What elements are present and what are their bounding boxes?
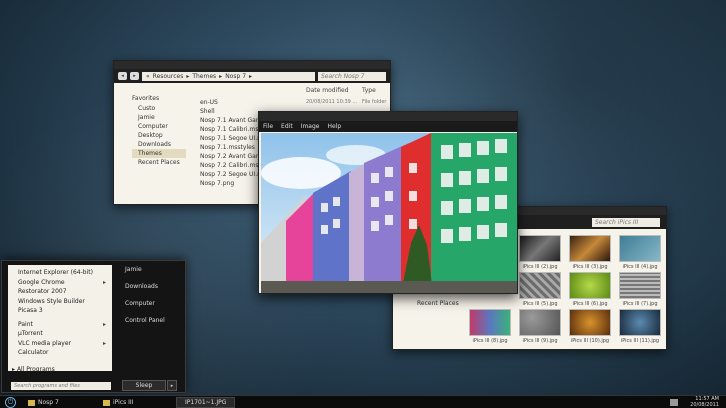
breadcrumb[interactable]: « Resources ▸ Themes ▸ Nosp 7 ▸ [142,71,315,81]
taskbar-item-nosp7[interactable]: Nosp 7 [28,397,59,408]
column-date-modified[interactable]: Date modified [306,87,362,96]
file-row[interactable]: en-US 20/08/2011 10:39 ... File folder [200,98,390,107]
program-item[interactable]: Google Chrome ▸ [8,278,112,288]
nav-item-recent-places[interactable]: Recent Places [417,300,459,307]
submenu-arrow-icon: ▸ [102,320,106,328]
program-item[interactable]: Paint ▸ [8,320,112,330]
start-orb-icon[interactable]: ⏻ [5,397,16,408]
column-type[interactable]: Type [362,87,376,96]
program-item[interactable]: Picasa 3 [8,306,112,316]
search-input[interactable]: Search Nosp 7 [318,71,386,81]
image-viewer-window[interactable]: File Edit Image Help [258,111,518,294]
nav-item-computer[interactable]: Computer [132,122,186,131]
column-headers: Date modified Type [200,87,390,96]
program-item[interactable]: µTorrent [8,329,112,339]
nav-item-custo[interactable]: Custo [132,104,186,113]
address-toolbar: ◂ ▸ « Resources ▸ Themes ▸ Nosp 7 ▸ Sear… [114,69,390,83]
title-bar[interactable] [114,61,390,69]
breadcrumb-item[interactable]: Themes [192,73,216,80]
thumbnail[interactable]: iPics III (3).jpg [569,235,611,270]
all-programs-button[interactable]: ▸ All Programs [12,366,55,373]
place-control-panel[interactable]: Control Panel [114,316,184,333]
thumbnail[interactable]: iPics III (10).jpg [569,309,611,344]
photo-colorful-buildings [261,133,517,293]
thumbnail[interactable]: iPics III (6).jpg [569,272,611,307]
programs-list: Internet Explorer (64-bit) Google Chrome… [8,265,112,373]
place-jamie[interactable]: Jamie [114,265,184,282]
thumbnail[interactable]: iPics III (7).jpg [619,272,661,307]
power-options-arrow-icon[interactable]: ▸ [167,380,177,391]
back-arrow-icon[interactable]: ◂ [118,72,127,80]
nav-item-themes[interactable]: Themes [132,149,186,158]
double-chevron-icon: « [146,72,150,80]
menu-bar: File Edit Image Help [259,121,517,132]
nav-item-downloads[interactable]: Downloads [132,140,186,149]
favorites-header[interactable]: Favorites [132,95,186,102]
title-bar[interactable] [259,112,517,121]
tray-icon[interactable] [670,399,678,406]
forward-arrow-icon[interactable]: ▸ [130,72,139,80]
submenu-arrow-icon: ▸ [102,278,106,286]
program-item[interactable]: Windows Style Builder [8,297,112,307]
taskbar-item-image[interactable]: IP1701~1.JPG [176,397,236,408]
thumbnail[interactable]: iPics III (2).jpg [519,235,561,270]
taskbar: ⏻ Nosp 7 iPics III IP1701~1.JPG 11:57 AM… [0,395,726,408]
chevron-right-icon: ▸ [12,366,16,373]
thumbnail[interactable]: iPics III (9).jpg [519,309,561,344]
submenu-arrow-icon: ▸ [102,339,106,347]
navigation-pane: Favorites Custo Jamie Computer Desktop D… [114,83,186,204]
nav-item-jamie[interactable]: Jamie [132,113,186,122]
search-input[interactable]: Search iPics III [592,218,660,227]
nav-item-desktop[interactable]: Desktop [132,131,186,140]
taskbar-item-ipics[interactable]: iPics III [103,397,133,408]
folder-icon [103,399,110,406]
program-item[interactable]: VLC media player ▸ [8,339,112,349]
menu-edit[interactable]: Edit [281,123,293,130]
chevron-right-icon: ▸ [219,72,223,80]
clock[interactable]: 11:57 AM 20/08/2011 [690,396,719,408]
thumbnail[interactable]: iPics III (5).jpg [519,272,561,307]
folder-icon [28,399,35,406]
thumbnail[interactable]: iPics III (11).jpg [619,309,661,344]
sleep-button[interactable]: Sleep [122,380,166,391]
breadcrumb-item[interactable]: Resources [153,73,184,80]
places-list: Jamie Downloads Computer Control Panel [114,265,184,333]
chevron-right-icon: ▸ [186,72,190,80]
thumbnail[interactable]: iPics III (8).jpg [469,309,511,344]
chevron-right-icon: ▸ [249,72,253,80]
place-computer[interactable]: Computer [114,299,184,316]
breadcrumb-item[interactable]: Nosp 7 [225,73,246,80]
thumbnail[interactable]: iPics III (4).jpg [619,235,661,270]
start-menu: Internet Explorer (64-bit) Google Chrome… [1,260,186,393]
place-downloads[interactable]: Downloads [114,282,184,299]
menu-help[interactable]: Help [327,123,341,130]
start-search-input[interactable]: Search programs and files [11,382,111,390]
program-item[interactable]: Calculator [8,348,112,358]
program-item[interactable]: Internet Explorer (64-bit) [8,268,112,278]
menu-file[interactable]: File [263,123,273,130]
program-item[interactable]: Restorator 2007 [8,287,112,297]
menu-image[interactable]: Image [301,123,320,130]
nav-item-recent-places[interactable]: Recent Places [132,158,186,167]
